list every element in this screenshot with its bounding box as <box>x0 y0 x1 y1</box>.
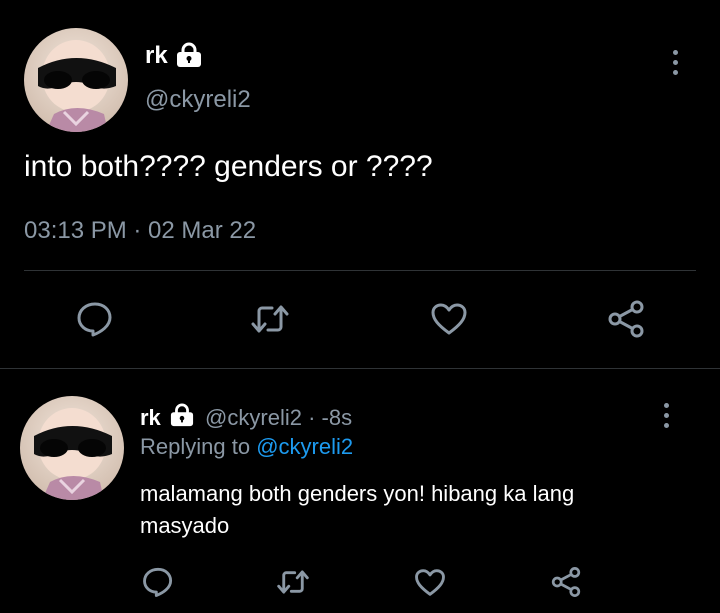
main-handle[interactable]: @ckyreli2 <box>145 86 251 114</box>
reply-text: malamang both genders yon! hibang ka lan… <box>140 478 574 542</box>
reply-text-line-1: malamang both genders yon! hibang ka lan… <box>140 481 575 506</box>
more-vertical-icon[interactable] <box>664 403 669 428</box>
more-vertical-icon[interactable] <box>673 50 678 75</box>
section-divider <box>0 368 720 369</box>
main-tweet-text: into both???? genders or ???? <box>24 150 433 183</box>
retweet-icon[interactable] <box>276 566 310 598</box>
reply-display-name[interactable]: rk <box>140 405 161 430</box>
reply-avatar[interactable] <box>20 396 124 500</box>
reply-handle[interactable]: @ckyreli2 <box>205 405 302 430</box>
retweet-icon[interactable] <box>250 300 290 338</box>
share-icon[interactable] <box>550 566 582 598</box>
main-timestamp[interactable]: 03:13 PM · 02 Mar 22 <box>24 217 256 245</box>
reply-text-line-2: masyado <box>140 513 230 538</box>
share-icon[interactable] <box>606 300 646 338</box>
heart-icon[interactable] <box>430 302 468 336</box>
reply-header: rk @ckyreli2 · -8s <box>140 403 352 431</box>
divider <box>24 270 696 271</box>
replying-to-prefix: Replying to <box>140 434 251 459</box>
heart-icon[interactable] <box>414 568 446 597</box>
comment-icon[interactable] <box>76 300 114 338</box>
reply-time[interactable]: · -8s <box>308 405 352 430</box>
replying-to: Replying to @ckyreli2 <box>140 434 353 460</box>
main-display-name[interactable]: rk <box>145 42 168 70</box>
replying-to-handle-link[interactable]: @ckyreli2 <box>256 434 353 459</box>
comment-icon[interactable] <box>142 566 174 598</box>
lock-icon <box>169 403 195 427</box>
main-avatar[interactable] <box>24 28 128 132</box>
lock-icon <box>175 42 203 68</box>
